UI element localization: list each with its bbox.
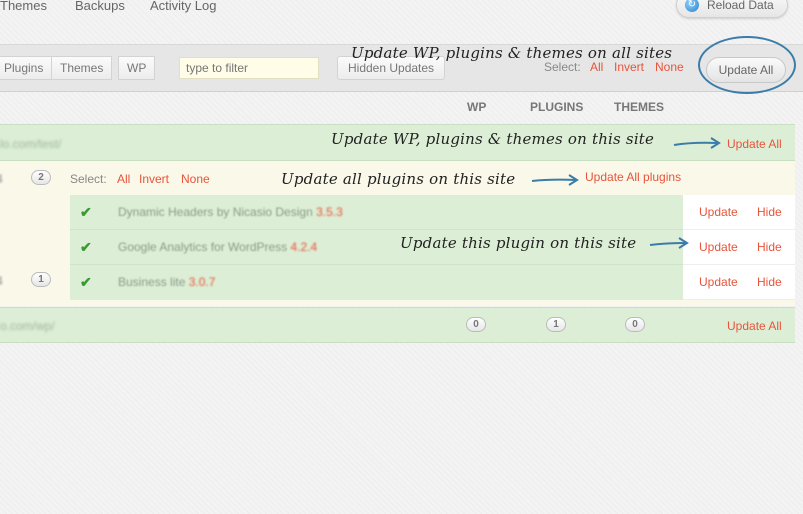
tab-wp[interactable]: WP: [118, 56, 156, 80]
count-badge: 1: [31, 272, 51, 287]
plugin-row[interactable]: ✔ Dynamic Headers by Nicasio Design 3.5.…: [70, 195, 683, 230]
plugin-hide-link[interactable]: Hide: [757, 205, 782, 219]
checkmark-icon[interactable]: ✔: [80, 240, 94, 254]
nav-link-activity-log[interactable]: Activity Log: [150, 0, 216, 13]
annotation-this-site: Update WP, plugins & themes on this site: [331, 130, 655, 148]
reload-data-label: Reload Data: [707, 0, 774, 12]
select-label: Select:: [544, 60, 581, 74]
checkmark-icon[interactable]: ✔: [80, 275, 94, 289]
site-url[interactable]: lo.com/test/: [0, 137, 61, 151]
annotation-this-plugin: Update this plugin on this site: [400, 234, 637, 252]
plugin-version: 4.2.4: [290, 240, 318, 254]
nav-link-themes[interactable]: Themes: [0, 0, 47, 13]
wp-count-badge[interactable]: 0: [466, 317, 486, 332]
panel-select-invert-link[interactable]: Invert: [139, 172, 169, 186]
plugin-row[interactable]: ✔ Business lite 3.0.7: [70, 265, 683, 300]
arrow-icon: [649, 237, 689, 249]
themes-count-badge[interactable]: 0: [625, 317, 645, 332]
plugin-actions: Update Hide: [683, 265, 795, 300]
plugin-hide-link[interactable]: Hide: [757, 275, 782, 289]
site-url[interactable]: o.com/wp/: [0, 319, 55, 333]
left-count-digit: 4: [0, 172, 3, 186]
plugin-update-link[interactable]: Update: [699, 240, 738, 254]
plugin-name-text: Dynamic Headers by Nicasio Design 3.5.3: [118, 205, 343, 219]
plugin-update-link[interactable]: Update: [699, 205, 738, 219]
site-update-all-link[interactable]: Update All: [727, 137, 782, 151]
filter-input[interactable]: [179, 57, 319, 79]
reload-data-button[interactable]: ↻ Reload Data: [676, 0, 788, 18]
site-row[interactable]: o.com/wp/ 0 1 0 Update All: [0, 307, 795, 343]
panel-select-none-link[interactable]: None: [181, 172, 210, 186]
left-count-digit: 4: [0, 274, 3, 288]
plugin-update-link[interactable]: Update: [699, 275, 738, 289]
plugin-hide-link[interactable]: Hide: [757, 240, 782, 254]
tab-themes[interactable]: Themes: [51, 56, 113, 80]
plugins-count-badge[interactable]: 1: [546, 317, 566, 332]
select-all-link[interactable]: All: [590, 60, 603, 74]
panel-select-all-link[interactable]: All: [117, 172, 130, 186]
column-header-wp: WP: [467, 100, 487, 114]
column-header-themes: THEMES: [614, 100, 665, 114]
highlight-circle: [698, 36, 796, 94]
update-all-plugins-link[interactable]: Update All plugins: [585, 170, 681, 184]
plugin-version: 3.5.3: [316, 205, 343, 219]
reload-icon: ↻: [685, 0, 699, 12]
plugin-name-text: Business lite 3.0.7: [118, 275, 215, 289]
panel-select-label: Select:: [70, 172, 107, 186]
select-none-link[interactable]: None: [655, 60, 684, 74]
annotation-all-plugins: Update all plugins on this site: [281, 170, 516, 188]
arrow-icon: [673, 137, 721, 149]
plugin-actions: Update Hide: [683, 195, 795, 230]
tab-plugins[interactable]: Plugins: [0, 56, 53, 80]
plugin-name: Google Analytics for WordPress: [118, 240, 288, 254]
plugin-name: Dynamic Headers by Nicasio Design: [118, 205, 313, 219]
plugin-version: 3.0.7: [188, 275, 216, 289]
column-header-plugins: PLUGINS: [530, 100, 584, 114]
plugin-name: Business lite: [118, 275, 186, 289]
plugin-name-text: Google Analytics for WordPress 4.2.4: [118, 240, 317, 254]
nav-link-backups[interactable]: Backups: [75, 0, 125, 13]
top-nav: Themes Backups Activity Log ↻ Reload Dat…: [0, 0, 803, 22]
plugin-count-badge: 2: [31, 170, 51, 185]
column-headers: WP PLUGINS THEMES: [0, 93, 803, 123]
plugin-actions: Update Hide: [683, 230, 795, 265]
checkmark-icon[interactable]: ✔: [80, 205, 94, 219]
annotation-all-sites: Update WP, plugins & themes on all sites: [351, 44, 673, 62]
select-invert-link[interactable]: Invert: [614, 60, 644, 74]
site-update-all-link[interactable]: Update All: [727, 319, 782, 333]
arrow-icon: [531, 174, 579, 186]
